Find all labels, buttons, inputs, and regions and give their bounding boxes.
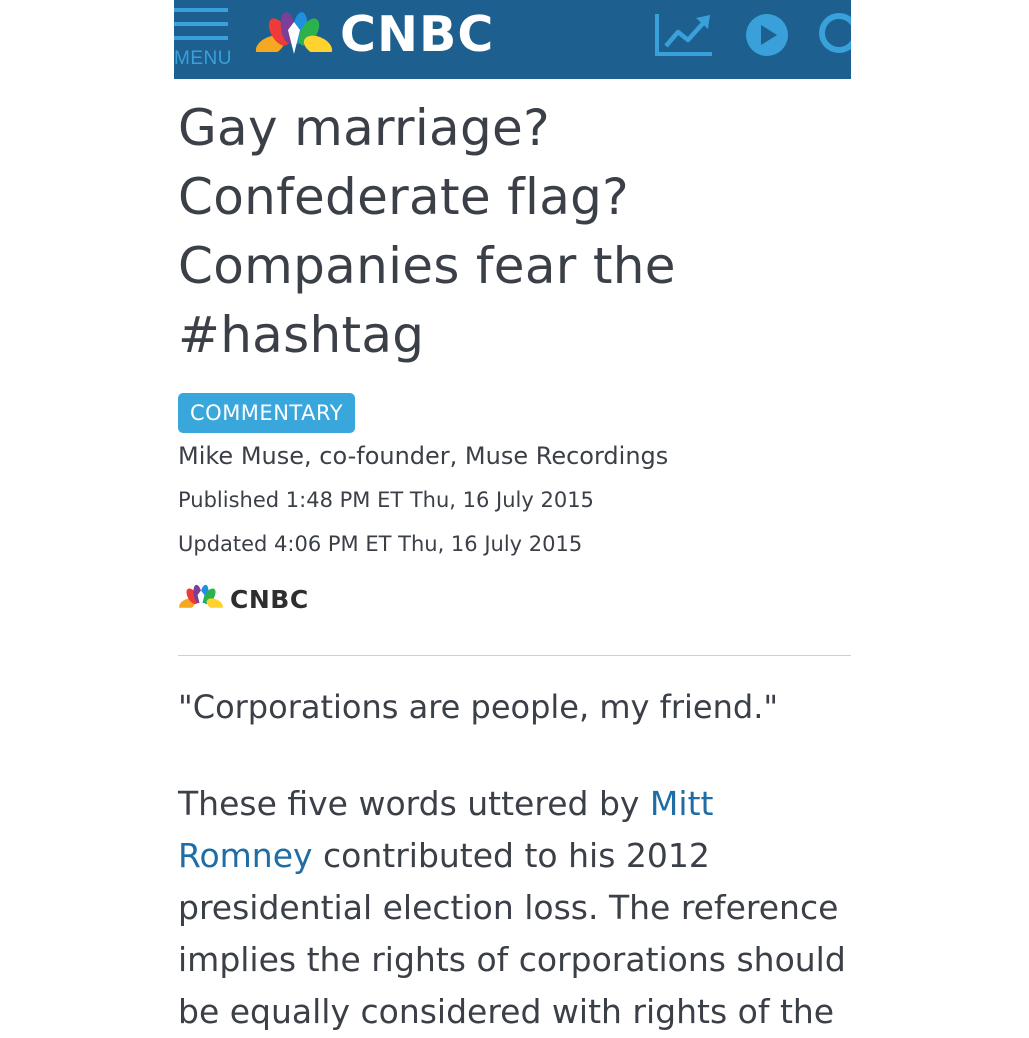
updated-date: Updated 4:06 PM ET Thu, 16 July 2015 (178, 532, 583, 556)
menu-icon-bar (174, 36, 228, 40)
divider (178, 655, 851, 656)
body-text: contributed to his 2012 (312, 836, 710, 875)
pull-quote: "Corporations are people, my friend." (178, 688, 779, 726)
headline-line: Confederate flag? (178, 168, 630, 226)
menu-button[interactable]: MENU (174, 4, 232, 72)
source-brand-text: CNBC (230, 585, 309, 614)
menu-icon (174, 8, 228, 12)
brand-logo-text[interactable]: CNBC (340, 6, 494, 63)
search-icon[interactable] (817, 12, 851, 58)
menu-icon-bar (174, 22, 228, 26)
body-line: Romney contributed to his 2012 (178, 830, 868, 882)
mitt-romney-link[interactable]: Romney (178, 836, 313, 875)
published-date: Published 1:48 PM ET Thu, 16 July 2015 (178, 488, 594, 512)
body-line: be equally considered with rights of the (178, 992, 835, 1031)
commentary-badge[interactable]: COMMENTARY (178, 393, 356, 433)
headline-line: Gay marriage? (178, 99, 550, 157)
chart-icon[interactable] (654, 12, 714, 58)
top-nav-bar: MENU CNBC (174, 0, 851, 79)
play-icon[interactable] (744, 12, 790, 58)
body-line: These five words uttered by Mitt (178, 778, 868, 830)
body-line: presidential election loss. The referenc… (178, 888, 839, 927)
mitt-romney-link[interactable]: Mitt (650, 784, 714, 823)
article-body: These five words uttered by Mitt Romney … (178, 778, 868, 1038)
peacock-logo-icon[interactable] (254, 10, 334, 60)
author-byline: Mike Muse, co-founder, Muse Recordings (178, 442, 669, 470)
headline-line: #hashtag (178, 306, 425, 364)
body-line: implies the rights of corporations shoul… (178, 940, 846, 979)
headline: Gay marriage? Confederate flag? Companie… (178, 94, 798, 370)
menu-label: MENU (174, 48, 232, 69)
headline-line: Companies fear the (178, 237, 676, 295)
body-text: These five words uttered by (178, 784, 650, 823)
source-peacock-icon (178, 584, 224, 613)
